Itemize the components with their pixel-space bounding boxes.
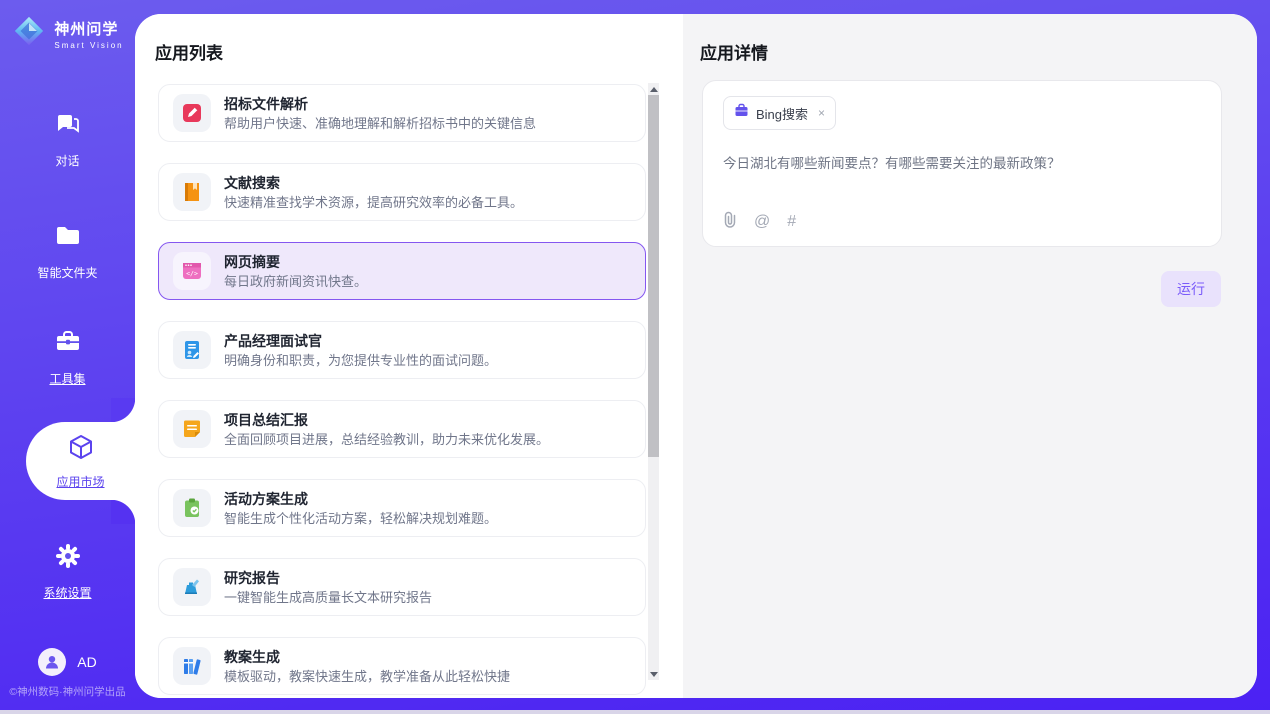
app-card-desc: 快速精准查找学术资源，提高研究效率的必备工具。: [224, 196, 523, 209]
app-card-desc: 一键智能生成高质量长文本研究报告: [224, 591, 432, 604]
bubble-curve-bottom: [111, 500, 135, 524]
brand-diamond-icon: [11, 13, 47, 54]
app-card-research-report[interactable]: 研究报告 一键智能生成高质量长文本研究报告: [158, 558, 646, 616]
app-card-title: 教案生成: [224, 650, 510, 664]
avatar: [38, 648, 66, 676]
user-account[interactable]: AD: [0, 648, 135, 676]
app-card-event-plan[interactable]: 活动方案生成 智能生成个性化活动方案，轻松解决规划难题。: [158, 479, 646, 537]
toolbox-icon: [54, 328, 82, 361]
bubble-curve-top: [111, 398, 135, 422]
copyright-text: ©神州数码·神州问学出品: [0, 684, 135, 699]
cube-icon: [67, 433, 95, 466]
pen-square-icon: [173, 94, 211, 132]
window-bottom-edge: [0, 710, 1270, 714]
chat-icon: [54, 110, 82, 143]
app-card-desc: 帮助用户快速、准确地理解和解析招标书中的关键信息: [224, 117, 536, 130]
app-detail-title: 应用详情: [700, 39, 768, 64]
hash-icon[interactable]: #: [787, 214, 796, 230]
scrollbar-thumb[interactable]: [648, 95, 659, 457]
app-card-title: 文献搜索: [224, 176, 523, 190]
app-card-pm-interviewer[interactable]: 产品经理面试官 明确身份和职责，为您提供专业性的面试问题。: [158, 321, 646, 379]
prompt-card[interactable]: Bing搜索 × 今日湖北有哪些新闻要点？有哪些需要关注的最新政策？ @ #: [702, 80, 1222, 247]
app-card-literature-search[interactable]: 文献搜索 快速精准查找学术资源，提高研究效率的必备工具。: [158, 163, 646, 221]
app-card-title: 产品经理面试官: [224, 334, 497, 348]
sidebar-item-label: 应用市场: [56, 473, 104, 490]
scrollbar-down-arrow-icon[interactable]: [648, 668, 659, 680]
paperclip-icon[interactable]: [723, 211, 737, 233]
sidebar-item-label: 对话: [55, 152, 79, 169]
sidebar-item-settings[interactable]: 系统设置: [0, 542, 135, 601]
person-doc-icon: [173, 331, 211, 369]
app-card-desc: 智能生成个性化活动方案，轻松解决规划难题。: [224, 512, 497, 525]
mention-at-icon[interactable]: @: [754, 214, 770, 230]
scrollbar-up-arrow-icon[interactable]: [648, 83, 659, 95]
sidebar-item-label: 工具集: [49, 370, 85, 387]
clipboard-check-icon: [173, 489, 211, 527]
attach-toolbar: @ #: [723, 211, 796, 233]
app-card-project-report[interactable]: 项目总结汇报 全面回顾项目进展，总结经验教训，助力未来优化发展。: [158, 400, 646, 458]
sidebar-item-label: 系统设置: [43, 584, 91, 601]
app-card-title: 网页摘要: [224, 255, 367, 269]
app-card-title: 招标文件解析: [224, 97, 536, 111]
tool-tag-bing-search[interactable]: Bing搜索 ×: [723, 96, 836, 130]
brand-subtitle: Smart Vision: [54, 41, 123, 50]
sidebar: 神州问学 Smart Vision 对话 智能文件夹: [0, 0, 135, 714]
app-card-list: 招标文件解析 帮助用户快速、准确地理解和解析招标书中的关键信息 文献搜索 快速精…: [158, 84, 646, 698]
sidebar-item-app-market[interactable]: 应用市场: [26, 422, 135, 500]
app-detail-panel: 应用详情 Bing搜索 × 今日湖北有哪些新闻要点？有哪些需要关注的最新政策？: [683, 14, 1257, 698]
book-icon: [173, 173, 211, 211]
main-content: 应用列表 招标文件解析 帮助用户快速、准确地理解和解析招标书中的关键信息: [135, 14, 1257, 698]
app-card-desc: 模板驱动，教案快速生成，教学准备从此轻松快捷: [224, 670, 510, 683]
app-list-title: 应用列表: [155, 39, 223, 64]
app-card-title: 活动方案生成: [224, 492, 497, 506]
tag-close-icon[interactable]: ×: [818, 106, 825, 120]
app-list-panel: 应用列表 招标文件解析 帮助用户快速、准确地理解和解析招标书中的关键信息: [135, 14, 683, 698]
app-card-desc: 全面回顾项目进展，总结经验教训，助力未来优化发展。: [224, 433, 549, 446]
folder-icon: [54, 222, 82, 255]
ink-pen-icon: [173, 568, 211, 606]
prompt-text[interactable]: 今日湖北有哪些新闻要点？有哪些需要关注的最新政策？: [723, 154, 1201, 174]
app-card-desc: 每日政府新闻资讯快查。: [224, 275, 367, 288]
tool-tag-label: Bing搜索: [756, 104, 808, 123]
sidebar-item-toolset[interactable]: 工具集: [0, 328, 135, 387]
brand-name: 神州问学: [54, 18, 123, 39]
sidebar-item-smart-folder[interactable]: 智能文件夹: [0, 222, 135, 281]
app-card-lesson-plan[interactable]: 教案生成 模板驱动，教案快速生成，教学准备从此轻松快捷: [158, 637, 646, 695]
app-card-title: 研究报告: [224, 571, 432, 585]
briefcase-icon: [734, 103, 749, 123]
sidebar-item-chat[interactable]: 对话: [0, 110, 135, 169]
app-list-scrollbar[interactable]: [648, 83, 659, 680]
app-card-web-summary[interactable]: </> 网页摘要 每日政府新闻资讯快查。: [158, 242, 646, 300]
sidebar-item-label: 智能文件夹: [37, 264, 97, 281]
run-button[interactable]: 运行: [1161, 271, 1221, 307]
books-icon: [173, 647, 211, 685]
gear-icon: [54, 542, 82, 575]
user-name: AD: [77, 654, 96, 670]
sticky-note-icon: [173, 410, 211, 448]
svg-text:</>: </>: [186, 270, 198, 278]
brand-text: 神州问学 Smart Vision: [54, 18, 123, 50]
app-card-bid-parse[interactable]: 招标文件解析 帮助用户快速、准确地理解和解析招标书中的关键信息: [158, 84, 646, 142]
browser-code-icon: </>: [173, 252, 211, 290]
app-card-desc: 明确身份和职责，为您提供专业性的面试问题。: [224, 354, 497, 367]
app-card-title: 项目总结汇报: [224, 413, 549, 427]
brand-logo: 神州问学 Smart Vision: [0, 13, 135, 54]
